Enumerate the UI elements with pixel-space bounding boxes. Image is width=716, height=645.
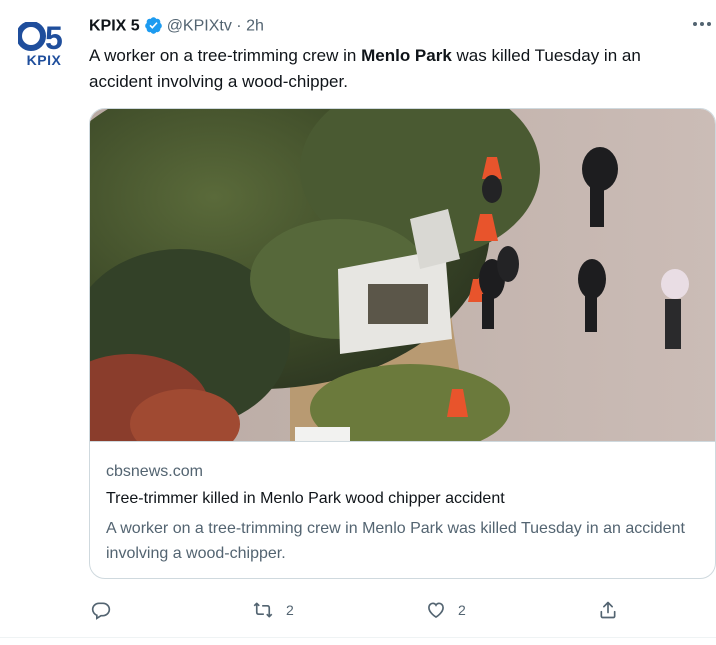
tweet[interactable]: 5 KPIX KPIX 5 @KPIXtv · 2h A worker on a … bbox=[0, 0, 716, 645]
card-image[interactable] bbox=[90, 109, 715, 464]
verified-badge-icon bbox=[144, 16, 163, 35]
aerial-scene-image bbox=[90, 109, 715, 464]
kpix-logo-icon: 5 bbox=[18, 22, 63, 52]
handle[interactable]: @KPIXtv bbox=[167, 18, 232, 35]
heart-icon bbox=[426, 600, 446, 620]
tweet-text-part1: A worker on a tree-trimming crew in bbox=[89, 46, 362, 65]
logo-text: KPIX bbox=[26, 52, 62, 68]
reply-button[interactable] bbox=[91, 595, 123, 625]
timestamp[interactable]: 2h bbox=[246, 18, 264, 35]
retweet-icon bbox=[252, 600, 274, 620]
share-button[interactable] bbox=[598, 595, 618, 625]
more-icon[interactable] bbox=[688, 16, 716, 32]
action-bar: 2 2 bbox=[89, 595, 629, 625]
reply-icon bbox=[91, 600, 111, 620]
tweet-divider bbox=[0, 637, 716, 638]
retweet-button[interactable]: 2 bbox=[252, 595, 294, 625]
avatar[interactable]: 5 KPIX bbox=[18, 22, 70, 70]
card-title[interactable]: Tree-trimmer killed in Menlo Park wood c… bbox=[106, 490, 505, 508]
like-count: 2 bbox=[458, 602, 466, 618]
tweet-text: A worker on a tree-trimming crew in Menl… bbox=[89, 43, 704, 95]
link-card[interactable]: cbsnews.com Tree-trimmer killed in Menlo… bbox=[89, 108, 716, 579]
logo-number: 5 bbox=[45, 22, 63, 52]
card-description: A worker on a tree-trimming crew in Menl… bbox=[106, 520, 685, 562]
like-button[interactable]: 2 bbox=[426, 595, 466, 625]
retweet-count: 2 bbox=[286, 602, 294, 618]
share-icon bbox=[598, 600, 618, 620]
tweet-header: KPIX 5 @KPIXtv · 2h bbox=[89, 17, 699, 39]
separator: · bbox=[236, 17, 242, 35]
tweet-text-bold: Menlo Park bbox=[361, 46, 452, 65]
display-name[interactable]: KPIX 5 bbox=[89, 18, 140, 35]
card-domain: cbsnews.com bbox=[106, 463, 203, 480]
